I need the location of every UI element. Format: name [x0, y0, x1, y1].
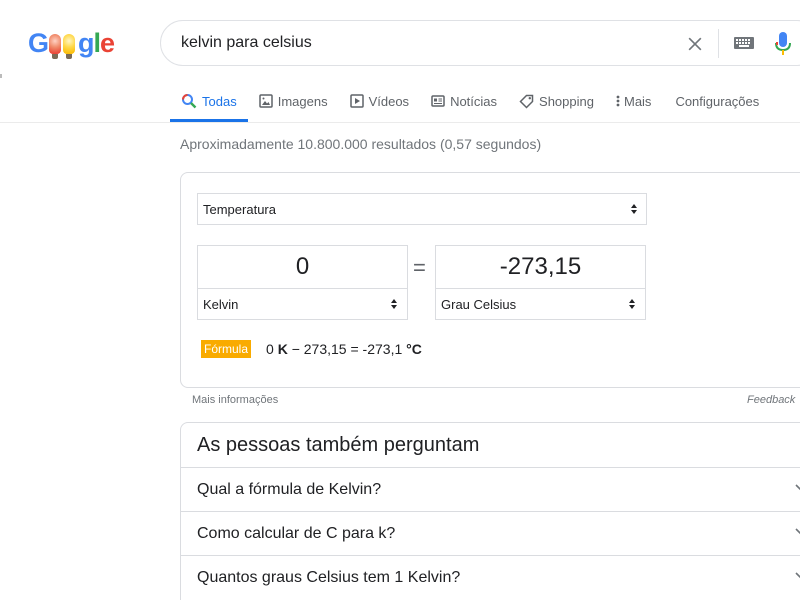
chevron-down-icon: [795, 528, 800, 535]
select-arrows-icon: [629, 299, 635, 309]
tab-label: Shopping: [539, 93, 594, 109]
chevron-down-icon: [795, 572, 800, 579]
tabs-divider: [0, 122, 800, 123]
tab-label: Todas: [202, 93, 237, 109]
tag-icon: [519, 94, 534, 109]
play-icon: [349, 94, 364, 108]
paa-question[interactable]: Quantos graus Celsius tem 1 Kelvin?: [181, 555, 800, 599]
select-arrows-icon: [391, 299, 397, 309]
unit-converter-card: Temperatura 0 Kelvin = -273,15 Grau Cels…: [180, 172, 800, 388]
image-icon: [258, 94, 273, 108]
tab-label: Mais: [623, 93, 652, 109]
formula-text: 0 K − 273,15 = -273,1 °C: [266, 341, 422, 357]
people-also-ask: As pessoas também perguntam Qual a fórmu…: [180, 422, 800, 600]
search-tabs: Todas Imagens Vídeos Notícias Shopping M…: [170, 80, 770, 122]
feedback-link[interactable]: Feedback: [747, 394, 795, 406]
to-unit-label: Grau Celsius: [441, 296, 517, 312]
formula-part: − 273,15 = -273,1: [287, 341, 407, 357]
to-unit-box: -273,15 Grau Celsius: [435, 245, 646, 320]
tab-label: Configurações: [675, 93, 760, 109]
from-value-input[interactable]: 0: [198, 246, 407, 289]
paa-question[interactable]: Qual a fórmula de Kelvin?: [181, 467, 800, 511]
tab-label: Vídeos: [368, 93, 410, 109]
paa-question-text: Quantos graus Celsius tem 1 Kelvin?: [197, 568, 461, 586]
select-arrows-icon: [631, 204, 637, 214]
bulb-icon: [63, 34, 76, 59]
search-input[interactable]: kelvin para celsius: [181, 34, 312, 52]
category-select[interactable]: Temperatura: [197, 193, 647, 225]
more-info-link[interactable]: Mais informações: [192, 394, 278, 406]
paa-question-text: Como calcular de C para k?: [197, 524, 396, 542]
paa-question[interactable]: Como calcular de C para k?: [181, 511, 800, 555]
tab-todas[interactable]: Todas: [170, 80, 248, 122]
tab-mais[interactable]: Mais: [605, 80, 662, 122]
tab-noticias[interactable]: Notícias: [420, 80, 508, 122]
to-unit-select[interactable]: Grau Celsius: [436, 289, 645, 319]
from-unit-label: Kelvin: [203, 296, 239, 312]
bulb-icon: [49, 34, 62, 59]
google-logo[interactable]: Ggle: [28, 28, 115, 59]
tab-imagens[interactable]: Imagens: [248, 80, 339, 122]
tab-shopping[interactable]: Shopping: [508, 80, 605, 122]
to-value-input[interactable]: -273,15: [436, 246, 645, 289]
formula-unit-to: °C: [406, 341, 422, 357]
news-icon: [431, 95, 445, 107]
formula-part: 0: [266, 341, 278, 357]
from-unit-box: 0 Kelvin: [197, 245, 408, 320]
keyboard-icon[interactable]: [733, 35, 755, 51]
search-icon: [182, 94, 197, 109]
paa-question-text: Qual a fórmula de Kelvin?: [197, 480, 382, 498]
search-box[interactable]: kelvin para celsius: [160, 20, 800, 66]
formula-badge: Fórmula: [201, 340, 252, 358]
tab-configuracoes[interactable]: Configurações: [664, 80, 770, 122]
formula-unit-from: K: [277, 341, 288, 357]
chevron-down-icon: [795, 484, 800, 491]
category-select-value: Temperatura: [203, 201, 276, 217]
result-stats: Aproximadamente 10.800.000 resultados (0…: [180, 136, 542, 152]
microphone-icon[interactable]: [773, 31, 793, 57]
more-vertical-icon: [616, 95, 620, 107]
paa-title: As pessoas também perguntam: [197, 434, 480, 456]
tab-label: Notícias: [450, 93, 498, 109]
tab-label: Imagens: [277, 93, 328, 109]
search-divider: [718, 29, 719, 58]
equals-sign: =: [413, 255, 426, 280]
tab-videos[interactable]: Vídeos: [339, 80, 420, 122]
close-icon[interactable]: [685, 34, 705, 54]
from-unit-select[interactable]: Kelvin: [198, 289, 407, 319]
edge-marker: [0, 74, 2, 78]
